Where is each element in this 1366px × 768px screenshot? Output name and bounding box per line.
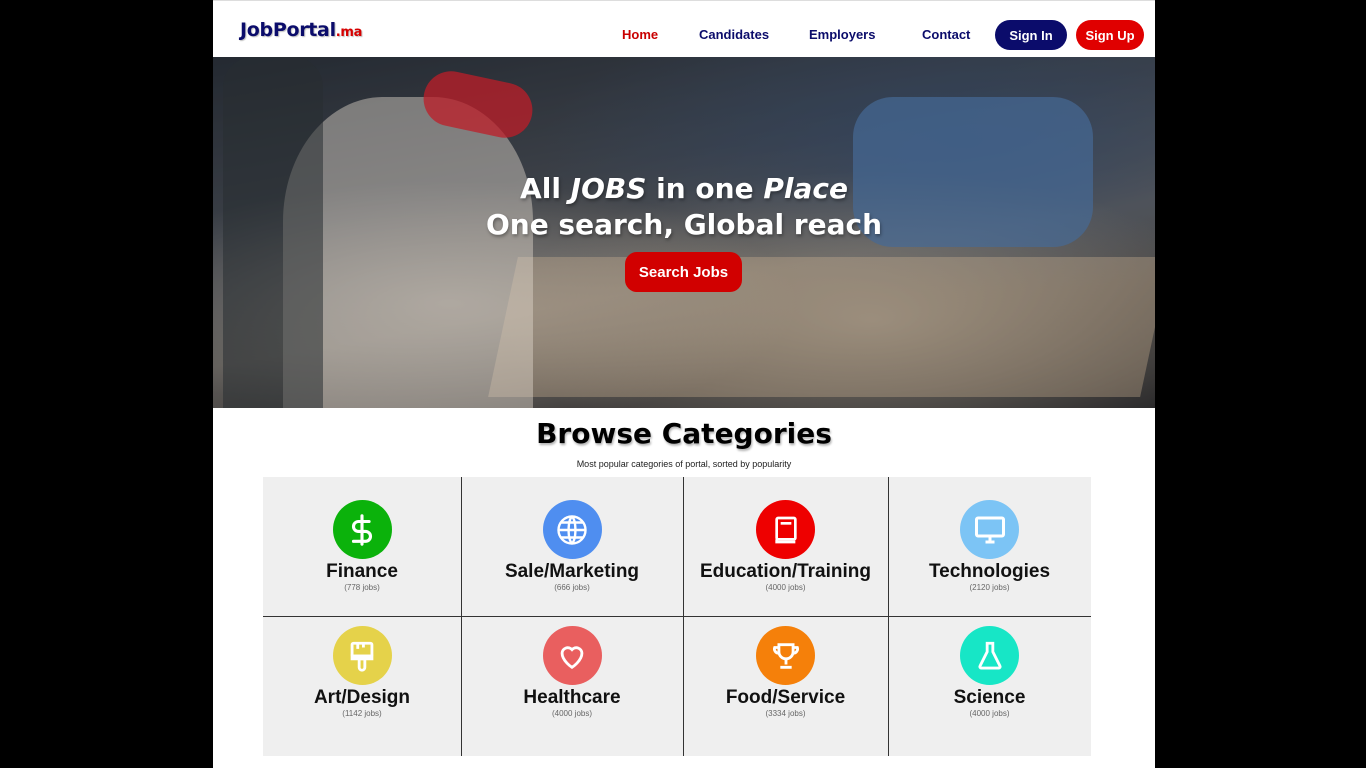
category-name: Healthcare — [523, 687, 621, 708]
category-name: Art/Design — [313, 687, 411, 708]
category-education-training[interactable]: Education/Training (4000 jobs) — [683, 500, 888, 592]
heart-icon — [560, 645, 584, 669]
category-count: (4000 jobs) — [765, 583, 806, 592]
hero-text-all: All — [520, 172, 571, 205]
category-icon-circle — [756, 500, 815, 559]
categories-subtitle: Most popular categories of portal, sorte… — [576, 459, 792, 469]
hero-headline: All JOBS in one Place — [213, 171, 1155, 207]
logo-main: JobPortal — [240, 19, 336, 41]
category-healthcare[interactable]: Healthcare (4000 jobs) — [461, 626, 683, 718]
category-count: (1142 jobs) — [342, 709, 382, 718]
category-science[interactable]: Science (4000 jobs) — [888, 626, 1091, 718]
search-jobs-button[interactable]: Search Jobs — [625, 252, 742, 292]
book-icon — [774, 516, 797, 543]
category-name: Sale/Marketing — [504, 561, 640, 582]
category-icon-circle — [960, 500, 1019, 559]
category-count: (4000 jobs) — [551, 709, 593, 718]
categories-title: Browse Categories — [536, 417, 832, 450]
hero-banner: All JOBS in one Place One search, Global… — [213, 57, 1155, 408]
category-name: Finance — [326, 561, 398, 582]
category-icon-circle — [756, 626, 815, 685]
category-technologies[interactable]: Technologies (2120 jobs) — [888, 500, 1091, 592]
hero-subheadline: One search, Global reach — [485, 208, 883, 241]
category-name: Food/Service — [725, 687, 846, 708]
hero-photo-table — [488, 257, 1155, 397]
category-name: Technologies — [928, 561, 1051, 582]
hero-text-jobs: JOBS — [570, 172, 647, 205]
globe-icon — [557, 514, 587, 545]
category-count: (4000 jobs) — [969, 709, 1010, 718]
sign-up-button[interactable]: Sign Up — [1076, 20, 1144, 50]
hero-text-place: Place — [763, 172, 848, 205]
trophy-icon — [772, 642, 799, 669]
category-name: Education/Training — [699, 561, 871, 582]
category-icon-circle — [332, 500, 392, 559]
flask-icon — [978, 641, 1001, 669]
sign-in-button[interactable]: Sign In — [995, 20, 1067, 50]
logo-tld: .ma — [335, 25, 363, 40]
category-name: Science — [953, 687, 1026, 708]
category-count: (778 jobs) — [344, 583, 380, 592]
category-art-design[interactable]: Art/Design (1142 jobs) — [263, 626, 461, 718]
hero-text-in-one: in one — [646, 172, 764, 205]
site-logo[interactable]: JobPortal.ma — [240, 19, 362, 41]
category-count: (2120 jobs) — [969, 583, 1010, 592]
category-count: (3334 jobs) — [765, 709, 806, 718]
nav-candidates[interactable]: Candidates — [699, 27, 769, 42]
nav-home[interactable]: Home — [622, 27, 658, 42]
category-sale-marketing[interactable]: Sale/Marketing (666 jobs) — [461, 500, 683, 592]
category-food-service[interactable]: Food/Service (3334 jobs) — [683, 626, 888, 718]
grid-divider — [263, 616, 1091, 617]
paint-brush-icon — [350, 641, 374, 672]
category-count: (666 jobs) — [554, 583, 590, 592]
categories-grid: Finance (778 jobs) Sale/Marketing (666 j… — [263, 477, 1091, 756]
nav-contact[interactable]: Contact — [922, 27, 970, 42]
category-icon-circle — [332, 626, 392, 685]
category-icon-circle — [542, 500, 602, 559]
monitor-icon — [974, 516, 1005, 543]
dollar-icon — [351, 513, 372, 546]
category-icon-circle — [542, 626, 602, 685]
nav-employers[interactable]: Employers — [809, 27, 875, 42]
page: JobPortal.ma Home Candidates Employers C… — [213, 0, 1155, 768]
site-header: JobPortal.ma Home Candidates Employers C… — [213, 0, 1155, 57]
category-finance[interactable]: Finance (778 jobs) — [263, 500, 461, 592]
category-icon-circle — [960, 626, 1019, 685]
